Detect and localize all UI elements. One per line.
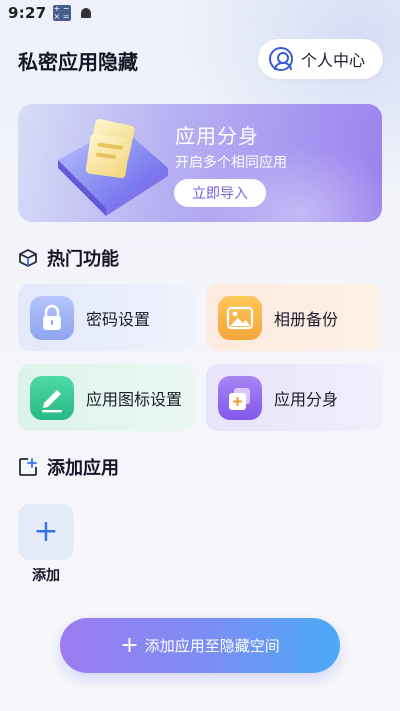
profile-button[interactable]: 个人中心 bbox=[258, 39, 383, 79]
feature-label: 密码设置 bbox=[86, 309, 151, 329]
status-bar: 9:27 bbox=[0, 0, 400, 26]
section-title: 添加应用 bbox=[47, 458, 119, 479]
import-now-button[interactable]: 立即导入 bbox=[174, 179, 266, 207]
plus-icon: + bbox=[120, 632, 139, 658]
add-tile-label: 添加 bbox=[32, 568, 60, 584]
add-app-header: 添加应用 bbox=[18, 454, 119, 480]
user-circle-icon bbox=[269, 47, 293, 71]
add-app-tile[interactable]: + bbox=[18, 504, 74, 560]
app-clone-banner[interactable]: 应用分身 开启多个相同应用 立即导入 bbox=[18, 104, 382, 222]
section-title: 热门功能 bbox=[47, 249, 119, 270]
feature-label: 应用分身 bbox=[274, 389, 339, 409]
clone-illustration-icon bbox=[58, 118, 168, 216]
lock-icon bbox=[30, 295, 74, 340]
calculator-icon bbox=[52, 4, 71, 21]
password-settings-card[interactable]: 密码设置 bbox=[18, 284, 194, 351]
banner-title: 应用分身 bbox=[175, 124, 259, 148]
feature-label: 相册备份 bbox=[274, 309, 339, 329]
profile-label: 个人中心 bbox=[301, 51, 366, 70]
app-clone-card[interactable]: 应用分身 bbox=[206, 364, 382, 431]
main-button-label: 添加应用至隐藏空间 bbox=[144, 637, 280, 655]
edit-icon bbox=[30, 375, 74, 420]
cube-icon bbox=[19, 249, 37, 267]
plus-icon: + bbox=[33, 514, 59, 549]
feature-label: 应用图标设置 bbox=[86, 389, 183, 409]
app-icon-settings-card[interactable]: 应用图标设置 bbox=[18, 364, 194, 431]
banner-subtitle: 开启多个相同应用 bbox=[175, 155, 287, 171]
photo-icon bbox=[218, 295, 262, 340]
add-app-icon bbox=[19, 458, 37, 476]
album-backup-card[interactable]: 相册备份 bbox=[206, 284, 382, 351]
hot-features-header: 热门功能 bbox=[18, 245, 119, 271]
add-to-hidden-space-button[interactable]: + 添加应用至隐藏空间 bbox=[60, 618, 340, 673]
page-title: 私密应用隐藏 bbox=[18, 50, 138, 74]
status-time: 9:27 bbox=[8, 4, 47, 22]
android-icon bbox=[80, 8, 91, 18]
clone-icon bbox=[218, 375, 262, 420]
